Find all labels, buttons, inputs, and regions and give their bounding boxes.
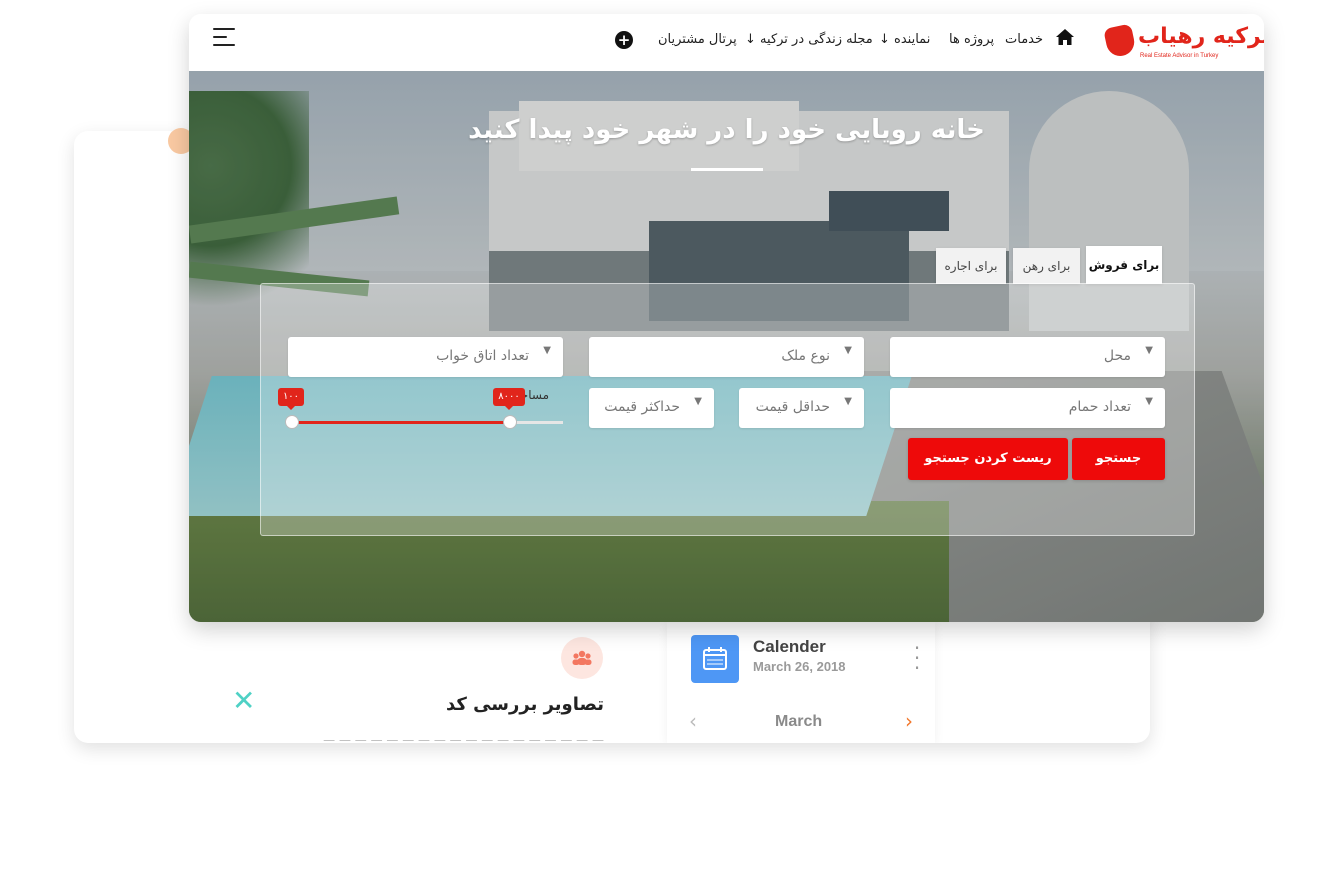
- bedrooms-select-label: تعداد اتاق خواب: [436, 348, 529, 364]
- logo-tagline: Real Estate Advisor in Turkey: [1140, 53, 1219, 59]
- area-slider-max-handle[interactable]: [503, 415, 517, 429]
- logo-text: ترکیه رهیاب: [1138, 24, 1264, 49]
- caret-down-icon: ▼: [844, 345, 852, 356]
- nav-item-magazine[interactable]: مجله زندگی در ترکیه ↓: [745, 32, 873, 47]
- reset-search-button[interactable]: ریست کردن جستجو: [908, 438, 1068, 480]
- area-slider-range: [291, 421, 509, 424]
- tab-for-sale[interactable]: برای فروش: [1086, 246, 1162, 284]
- plus-circle-icon[interactable]: +: [615, 31, 633, 49]
- caret-down-icon: ▼: [543, 345, 551, 356]
- calendar-title: Calender: [753, 637, 826, 656]
- area-max-value: ۸۰۰۰: [493, 388, 525, 410]
- nav-item-customer-portal[interactable]: پرتال مشتریان: [658, 32, 737, 47]
- calendar-icon: [691, 635, 739, 683]
- faded-text-line: — — — — — — — — — — — — — — — — — —: [323, 733, 604, 743]
- calendar-date: March 26, 2018: [753, 659, 846, 674]
- caret-down-icon: ▼: [1145, 396, 1153, 407]
- nav-item-magazine-label: مجله زندگی در ترکیه: [760, 32, 873, 47]
- location-select-label: محل: [1103, 348, 1131, 364]
- caret-down-icon: ▼: [694, 396, 702, 407]
- brand-logo[interactable]: ترکیه رهیاب Real Estate Advisor in Turke…: [1103, 22, 1264, 62]
- nav-item-projects[interactable]: پروژه ها: [949, 32, 994, 47]
- hamburger-icon[interactable]: [213, 28, 235, 46]
- caret-down-icon: ▼: [844, 396, 852, 407]
- tab-for-mortgage[interactable]: برای رهن: [1013, 248, 1080, 284]
- search-button[interactable]: جستجو: [1072, 438, 1165, 480]
- chevron-left-icon[interactable]: ‹: [689, 709, 697, 733]
- arrow-down-icon: ↓: [879, 32, 890, 47]
- bedrooms-select[interactable]: ▼ تعداد اتاق خواب: [288, 337, 563, 377]
- chevron-right-icon[interactable]: ›: [905, 709, 913, 733]
- title-underline: [691, 168, 763, 171]
- max-price-select[interactable]: ▼ حداکثر قیمت: [589, 388, 714, 428]
- sparkle-icon: ✕: [232, 684, 256, 717]
- hero-title: خانه رویایی خود را در شهر خود پیدا کنید: [468, 115, 985, 145]
- logo-mark-icon: [1103, 23, 1137, 59]
- more-vertical-icon[interactable]: · · ·: [913, 638, 921, 678]
- feature-title: تصاویر بررسی کد: [445, 694, 604, 715]
- tab-for-rent[interactable]: برای اجاره: [936, 248, 1006, 284]
- area-slider-min-handle[interactable]: [285, 415, 299, 429]
- navbar: ترکیه رهیاب Real Estate Advisor in Turke…: [189, 14, 1264, 71]
- area-min-value: ۱۰۰: [278, 388, 304, 410]
- location-select[interactable]: ▼ محل: [890, 337, 1165, 377]
- min-price-select-label: حداقل قیمت: [755, 399, 830, 415]
- calendar-widget: Calender March 26, 2018 · · · ‹ March ›: [667, 621, 935, 743]
- max-price-select-label: حداکثر قیمت: [604, 399, 680, 415]
- hero-section: خانه رویایی خود را در شهر خود پیدا کنید …: [189, 71, 1264, 622]
- search-panel: ▼ محل ▼ نوع ملک ▼ تعداد اتاق خواب ▼ تعدا…: [260, 283, 1195, 536]
- caret-down-icon: ▼: [1145, 345, 1153, 356]
- calendar-month: March: [775, 713, 823, 730]
- main-window: ترکیه رهیاب Real Estate Advisor in Turke…: [189, 14, 1264, 622]
- property-type-select-label: نوع ملک: [781, 348, 830, 364]
- team-icon: [561, 637, 603, 679]
- bathrooms-select[interactable]: ▼ تعداد حمام: [890, 388, 1165, 428]
- property-type-select[interactable]: ▼ نوع ملک: [589, 337, 864, 377]
- arrow-down-icon: ↓: [745, 32, 756, 47]
- nav-item-services[interactable]: خدمات: [1005, 32, 1043, 47]
- home-icon[interactable]: [1055, 28, 1077, 46]
- min-price-select[interactable]: ▼ حداقل قیمت: [739, 388, 864, 428]
- nav-item-agent[interactable]: نماینده ↓: [879, 32, 930, 47]
- nav-item-agent-label: نماینده: [894, 32, 931, 47]
- bathrooms-select-label: تعداد حمام: [1068, 399, 1131, 415]
